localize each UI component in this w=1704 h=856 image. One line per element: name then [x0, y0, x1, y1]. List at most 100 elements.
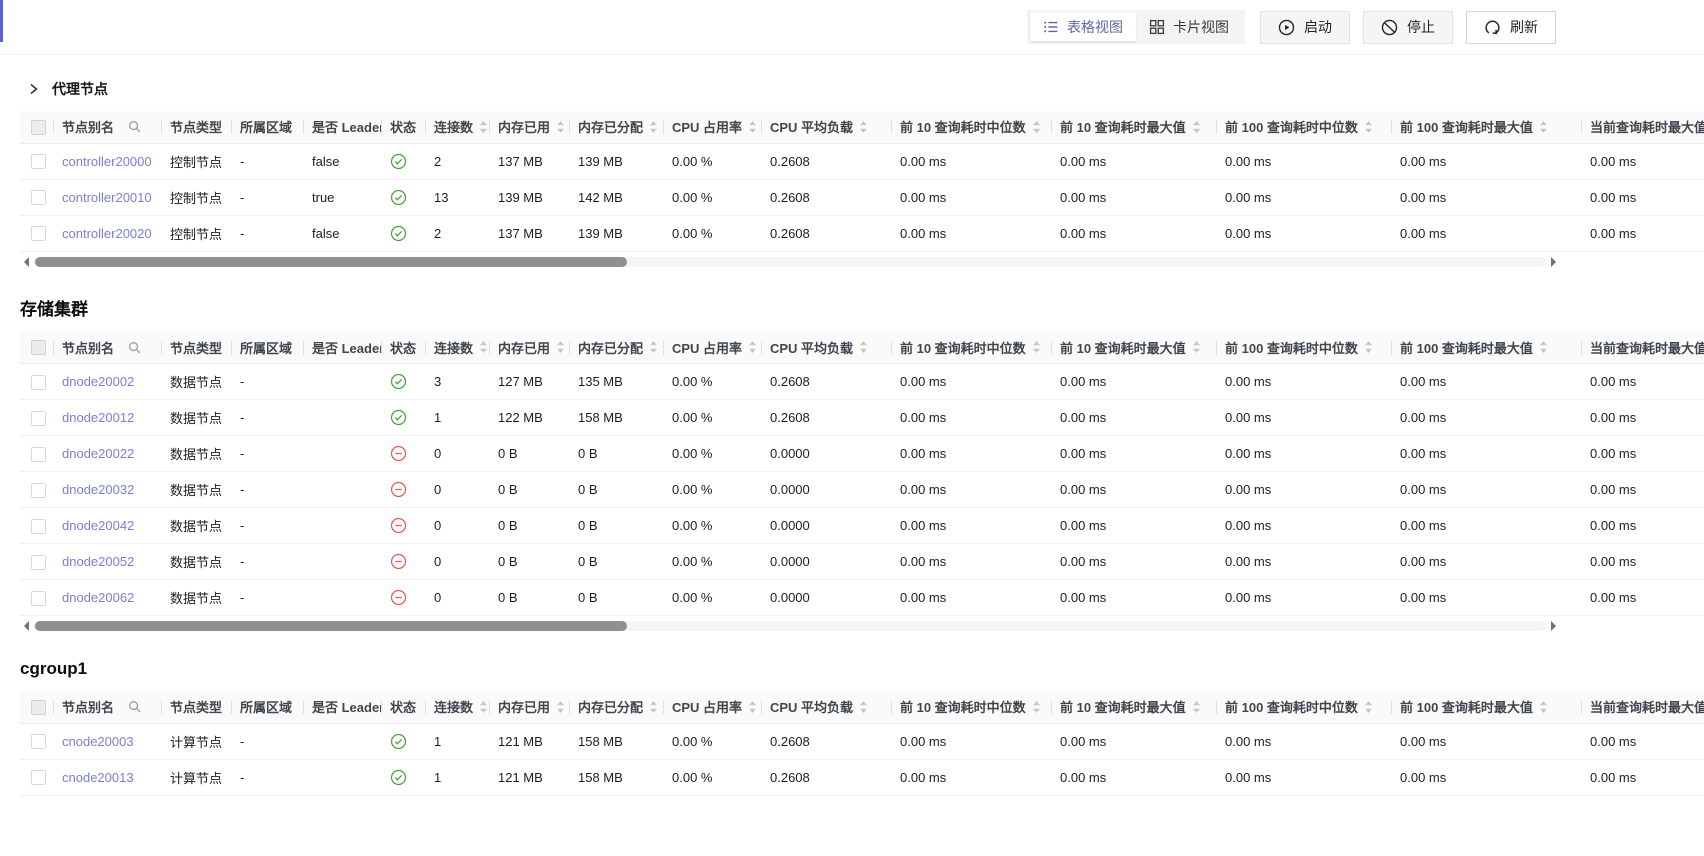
node-name-link[interactable]: dnode20052 — [62, 554, 134, 569]
table-view-button[interactable]: 表格视图 — [1030, 13, 1136, 41]
cell-name: dnode20012 — [54, 400, 162, 436]
select-all-checkbox[interactable] — [31, 700, 46, 715]
cell-q10_max: 0.00 ms — [1052, 544, 1217, 580]
row-checkbox[interactable] — [31, 411, 46, 426]
scroll-right-arrow-icon[interactable] — [1551, 621, 1556, 631]
search-icon[interactable] — [128, 341, 141, 354]
horizontal-scrollbar[interactable] — [24, 255, 1556, 269]
column-header-cpu_usage[interactable]: CPU 占用率 — [664, 111, 762, 143]
card-view-button[interactable]: 卡片视图 — [1136, 13, 1242, 41]
column-label: 前 10 查询耗时最大值 — [1060, 341, 1186, 356]
cell-type: 数据节点 — [162, 472, 232, 508]
cell-cpu_load: 0.2608 — [762, 759, 892, 795]
cell-cpu_load: 0.2608 — [762, 179, 892, 215]
column-header-cpu_load[interactable]: CPU 平均负载 — [762, 332, 892, 364]
row-checkbox[interactable] — [31, 375, 46, 390]
scroll-left-arrow-icon[interactable] — [24, 257, 29, 267]
column-header-cpu_usage[interactable]: CPU 占用率 — [664, 332, 762, 364]
status-running-icon — [390, 153, 407, 170]
row-checkbox[interactable] — [31, 555, 46, 570]
row-checkbox[interactable] — [31, 190, 46, 205]
scroll-right-arrow-icon[interactable] — [1551, 257, 1556, 267]
stop-button[interactable]: 停止 — [1363, 11, 1453, 44]
column-header-mem_used[interactable]: 内存已用 — [490, 691, 570, 723]
cell-name: dnode20052 — [54, 544, 162, 580]
row-checkbox[interactable] — [31, 226, 46, 241]
column-header-cpu_load[interactable]: CPU 平均负载 — [762, 691, 892, 723]
cell-mem_used: 139 MB — [490, 179, 570, 215]
column-header-cpu_usage[interactable]: CPU 占用率 — [664, 691, 762, 723]
column-header-name: 节点别名 — [54, 111, 162, 143]
scrollbar-thumb[interactable] — [35, 257, 627, 267]
column-header-mem_allocated[interactable]: 内存已分配 — [570, 111, 664, 143]
node-name-link[interactable]: dnode20012 — [62, 410, 134, 425]
column-header-q100_max[interactable]: 前 100 查询耗时最大值 — [1392, 111, 1582, 143]
column-header-q100_median[interactable]: 前 100 查询耗时中位数 — [1217, 111, 1392, 143]
node-name-link[interactable]: controller20020 — [62, 226, 152, 241]
node-name-link[interactable]: dnode20022 — [62, 446, 134, 461]
column-header-q100_median[interactable]: 前 100 查询耗时中位数 — [1217, 691, 1392, 723]
cell-connections: 1 — [426, 400, 490, 436]
scroll-left-arrow-icon[interactable] — [24, 621, 29, 631]
column-header-mem_allocated[interactable]: 内存已分配 — [570, 332, 664, 364]
row-checkbox[interactable] — [31, 734, 46, 749]
column-header-q100_max[interactable]: 前 100 查询耗时最大值 — [1392, 691, 1582, 723]
start-button[interactable]: 启动 — [1260, 11, 1350, 44]
column-header-current_max[interactable]: 当前查询耗时最大值 — [1582, 691, 1704, 723]
sort-carets-icon — [1192, 700, 1201, 714]
search-icon[interactable] — [128, 120, 141, 133]
column-header-cpu_load[interactable]: CPU 平均负载 — [762, 111, 892, 143]
node-name-link[interactable]: controller20000 — [62, 154, 152, 169]
row-checkbox[interactable] — [31, 591, 46, 606]
scrollbar-track[interactable] — [33, 257, 1547, 267]
scrollbar-track[interactable] — [33, 621, 1547, 631]
node-name-link[interactable]: cnode20003 — [62, 734, 134, 749]
node-name-link[interactable]: cnode20013 — [62, 770, 134, 785]
column-header-q10_median[interactable]: 前 10 查询耗时中位数 — [892, 332, 1052, 364]
column-header-connections[interactable]: 连接数 — [426, 332, 490, 364]
column-header-connections[interactable]: 连接数 — [426, 111, 490, 143]
row-checkbox[interactable] — [31, 519, 46, 534]
node-name-link[interactable]: dnode20062 — [62, 590, 134, 605]
horizontal-scrollbar[interactable] — [24, 619, 1556, 633]
cell-mem_used: 0 B — [490, 472, 570, 508]
column-header-q10_max[interactable]: 前 10 查询耗时最大值 — [1052, 111, 1217, 143]
node-name-link[interactable]: dnode20042 — [62, 518, 134, 533]
row-checkbox[interactable] — [31, 447, 46, 462]
column-header-region: 所属区域 — [232, 332, 304, 364]
column-header-q10_max[interactable]: 前 10 查询耗时最大值 — [1052, 332, 1217, 364]
column-label: 前 100 查询耗时最大值 — [1400, 120, 1533, 135]
row-checkbox[interactable] — [31, 154, 46, 169]
column-header-mem_allocated[interactable]: 内存已分配 — [570, 691, 664, 723]
cell-connections: 2 — [426, 215, 490, 251]
column-header-q100_max[interactable]: 前 100 查询耗时最大值 — [1392, 332, 1582, 364]
column-header-q10_median[interactable]: 前 10 查询耗时中位数 — [892, 691, 1052, 723]
column-header-q10_max[interactable]: 前 10 查询耗时最大值 — [1052, 691, 1217, 723]
cell-type: 计算节点 — [162, 723, 232, 759]
column-header-mem_used[interactable]: 内存已用 — [490, 332, 570, 364]
sort-carets-icon — [649, 120, 658, 134]
column-header-q10_median[interactable]: 前 10 查询耗时中位数 — [892, 111, 1052, 143]
column-header-q100_median[interactable]: 前 100 查询耗时中位数 — [1217, 332, 1392, 364]
column-header-current_max[interactable]: 当前查询耗时最大值 — [1582, 111, 1704, 143]
node-name-link[interactable]: dnode20032 — [62, 482, 134, 497]
column-header-connections[interactable]: 连接数 — [426, 691, 490, 723]
column-header-current_max[interactable]: 当前查询耗时最大值 — [1582, 332, 1704, 364]
select-all-checkbox[interactable] — [31, 120, 46, 135]
node-name-link[interactable]: dnode20002 — [62, 374, 134, 389]
refresh-button[interactable]: 刷新 — [1466, 11, 1556, 44]
node-name-link[interactable]: controller20010 — [62, 190, 152, 205]
search-icon[interactable] — [128, 700, 141, 713]
row-checkbox[interactable] — [31, 483, 46, 498]
scrollbar-thumb[interactable] — [35, 621, 627, 631]
row-checkbox[interactable] — [31, 770, 46, 785]
cell-type: 数据节点 — [162, 436, 232, 472]
column-header-leader: 是否 Leader — [304, 111, 382, 143]
column-header-mem_used[interactable]: 内存已用 — [490, 111, 570, 143]
select-all-checkbox[interactable] — [31, 340, 46, 355]
cell-current_max: 0.00 ms — [1582, 179, 1704, 215]
cell-q100_max: 0.00 ms — [1392, 759, 1582, 795]
sort-carets-icon — [1192, 120, 1201, 134]
cell-q100_max: 0.00 ms — [1392, 215, 1582, 251]
section-toggle-proxy[interactable]: 代理节点 — [28, 79, 1704, 99]
